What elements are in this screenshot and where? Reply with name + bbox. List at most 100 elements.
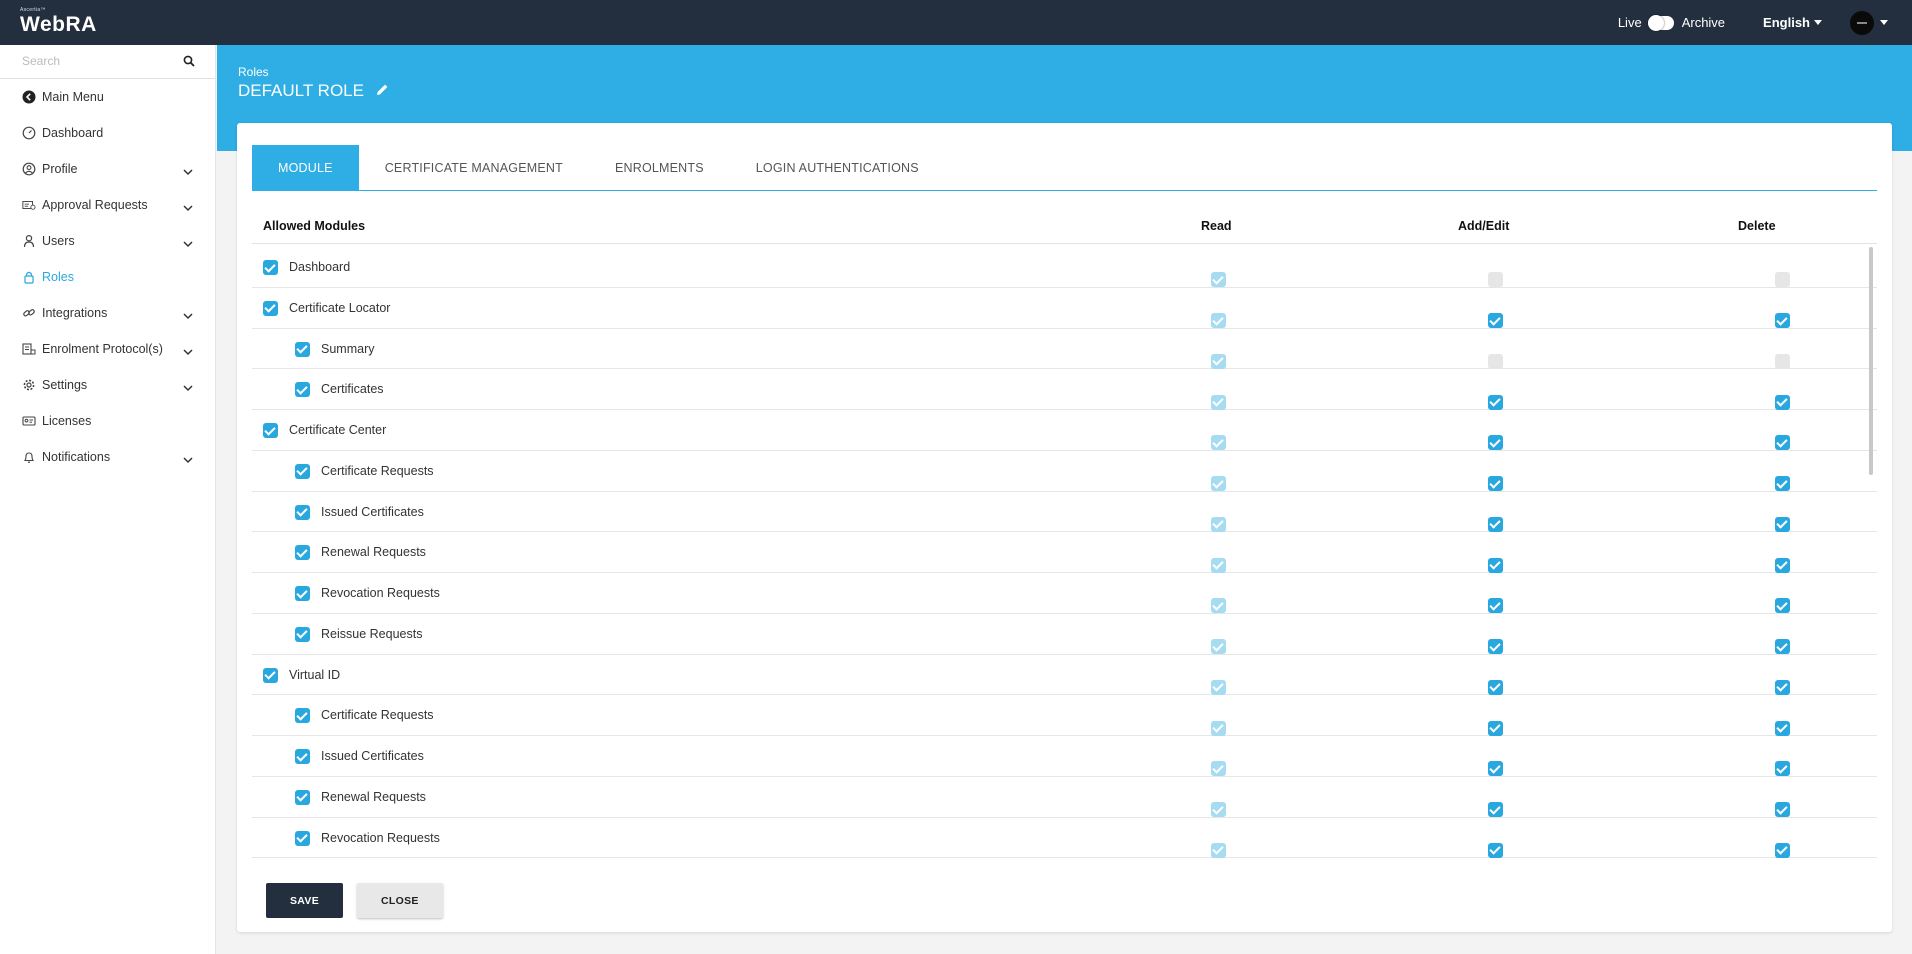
delete-checkbox[interactable] xyxy=(1775,802,1790,818)
allowed-module-checkbox[interactable] xyxy=(295,463,310,479)
language-dropdown[interactable]: English xyxy=(1763,15,1822,30)
sidebar-item-integrations[interactable]: Integrations xyxy=(0,295,215,331)
close-button[interactable]: CLOSE xyxy=(357,883,443,918)
tab-certificate-management[interactable]: CERTIFICATE MANAGEMENT xyxy=(359,145,589,190)
sidebar-item-label: Enrolment Protocol(s) xyxy=(42,342,163,356)
delete-checkbox[interactable] xyxy=(1775,639,1790,655)
delete-checkbox[interactable] xyxy=(1775,720,1790,736)
tab-enrolments[interactable]: ENROLMENTS xyxy=(589,145,730,190)
delete-checkbox[interactable] xyxy=(1775,598,1790,614)
allowed-module-checkbox[interactable] xyxy=(295,749,310,764)
add-edit-checkbox[interactable] xyxy=(1488,557,1503,573)
delete-checkbox[interactable] xyxy=(1775,435,1790,451)
add-edit-checkbox[interactable] xyxy=(1488,313,1503,329)
read-checkbox xyxy=(1211,761,1226,777)
sidebar-item-users[interactable]: Users xyxy=(0,223,215,259)
edit-pencil-icon[interactable] xyxy=(376,81,389,101)
add-edit-checkbox[interactable] xyxy=(1488,516,1503,532)
add-edit-checkbox[interactable] xyxy=(1488,435,1503,451)
add-edit-checkbox[interactable] xyxy=(1488,679,1503,695)
allowed-module-checkbox[interactable] xyxy=(263,300,278,316)
chevron-down-icon[interactable] xyxy=(183,237,193,251)
delete-checkbox[interactable] xyxy=(1775,557,1790,573)
allowed-module-checkbox[interactable] xyxy=(295,708,310,724)
chevron-down-icon[interactable] xyxy=(183,201,193,215)
avatar[interactable] xyxy=(1850,10,1874,35)
table-scrollbar[interactable] xyxy=(1869,247,1873,475)
add-edit-checkbox[interactable] xyxy=(1488,476,1503,492)
allowed-module-checkbox[interactable] xyxy=(263,667,278,683)
allowed-module-checkbox[interactable] xyxy=(263,260,278,275)
sidebar-item-dashboard[interactable]: Dashboard xyxy=(0,115,215,151)
delete-checkbox[interactable] xyxy=(1775,842,1790,858)
table-row: Certificate Center xyxy=(252,410,1877,451)
add-edit-checkbox[interactable] xyxy=(1488,639,1503,655)
delete-checkbox[interactable] xyxy=(1775,394,1790,410)
sidebar-item-roles[interactable]: Roles xyxy=(0,259,215,295)
allowed-module-checkbox[interactable] xyxy=(295,830,310,846)
chevron-down-icon[interactable] xyxy=(183,453,193,467)
add-edit-checkbox[interactable] xyxy=(1488,720,1503,736)
module-label: Revocation Requests xyxy=(321,830,440,845)
table-row: Renewal Requests xyxy=(252,532,1877,573)
sidebar-item-enrolment-protocol-s[interactable]: Enrolment Protocol(s) xyxy=(0,331,215,367)
module-label: Revocation Requests xyxy=(321,586,440,600)
add-edit-checkbox[interactable] xyxy=(1488,761,1503,777)
delete-checkbox[interactable] xyxy=(1775,516,1790,532)
live-archive-toggle[interactable] xyxy=(1647,14,1674,31)
read-checkbox xyxy=(1211,313,1226,329)
sidebar-item-settings[interactable]: Settings xyxy=(0,367,215,403)
allowed-module-checkbox[interactable] xyxy=(295,789,310,805)
add-edit-checkbox[interactable] xyxy=(1488,842,1503,858)
read-checkbox xyxy=(1211,272,1226,288)
add-edit-checkbox[interactable] xyxy=(1488,598,1503,614)
allowed-module-checkbox[interactable] xyxy=(263,423,278,438)
permissions-table-body[interactable]: Dashboard Certificate Locator Summary Certi… xyxy=(252,247,1877,867)
delete-checkbox[interactable] xyxy=(1775,476,1790,492)
sidebar-item-label: Notifications xyxy=(42,450,111,464)
module-label: Certificate Requests xyxy=(321,463,434,478)
add-edit-checkbox[interactable] xyxy=(1488,802,1503,818)
allowed-module-checkbox[interactable] xyxy=(295,504,310,520)
users-icon xyxy=(22,234,36,248)
module-label: Certificate Locator xyxy=(289,300,391,315)
chevron-down-icon[interactable] xyxy=(183,309,193,323)
caret-down-icon xyxy=(1814,20,1822,25)
read-checkbox xyxy=(1211,476,1226,492)
sidebar-item-profile[interactable]: Profile xyxy=(0,151,215,187)
chevron-down-icon[interactable] xyxy=(183,165,193,179)
delete-checkbox[interactable] xyxy=(1775,761,1790,777)
add-edit-checkbox xyxy=(1488,272,1503,288)
allowed-module-checkbox[interactable] xyxy=(295,545,310,561)
breadcrumb[interactable]: Roles xyxy=(238,65,269,79)
brand-logo[interactable]: Ascertia™ WebRA xyxy=(20,7,97,37)
search-icon[interactable] xyxy=(183,55,195,70)
delete-checkbox[interactable] xyxy=(1775,679,1790,695)
allowed-module-checkbox[interactable] xyxy=(295,626,310,642)
table-row: Virtual ID xyxy=(252,655,1877,696)
delete-checkbox[interactable] xyxy=(1775,313,1790,329)
table-row: Certificate Requests xyxy=(252,451,1877,492)
col-read: Read xyxy=(1201,219,1232,233)
save-button[interactable]: SAVE xyxy=(266,883,344,918)
chevron-down-icon[interactable] xyxy=(183,381,193,395)
sidebar-item-approval-requests[interactable]: Approval Requests xyxy=(0,187,215,223)
chevron-down-icon[interactable] xyxy=(183,345,193,359)
tab-login-authentications[interactable]: LOGIN AUTHENTICATIONS xyxy=(730,145,945,190)
module-label: Renewal Requests xyxy=(321,545,426,560)
add-edit-checkbox[interactable] xyxy=(1488,394,1503,410)
tab-module[interactable]: MODULE xyxy=(252,145,359,190)
sidebar-item-main-menu[interactable]: Main Menu xyxy=(0,79,215,115)
allowed-module-checkbox[interactable] xyxy=(295,382,310,398)
sidebar-item-licenses[interactable]: Licenses xyxy=(0,403,215,439)
table-row: Issued Certificates xyxy=(252,736,1877,777)
sidebar-item-notifications[interactable]: Notifications xyxy=(0,439,215,475)
allowed-module-checkbox[interactable] xyxy=(295,341,310,357)
table-row: Certificates xyxy=(252,369,1877,410)
allowed-module-checkbox[interactable] xyxy=(295,586,310,601)
read-checkbox xyxy=(1211,842,1226,858)
module-label: Renewal Requests xyxy=(321,789,426,804)
table-row: Renewal Requests xyxy=(252,777,1877,818)
search-input[interactable] xyxy=(0,45,170,77)
user-menu-caret-icon[interactable] xyxy=(1880,20,1888,25)
